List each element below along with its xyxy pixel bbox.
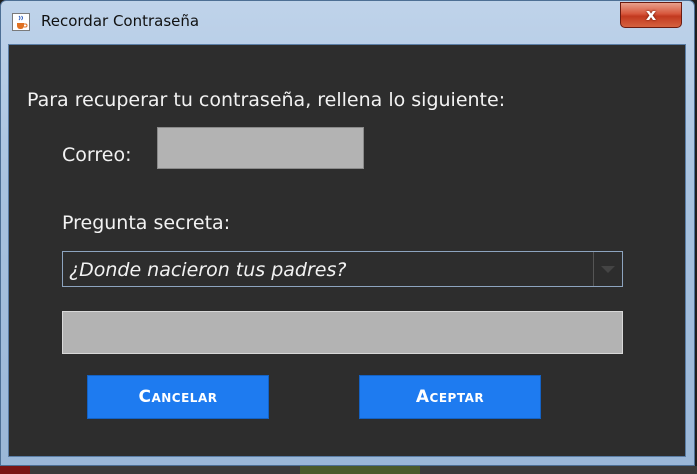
secret-question-selected: ¿Donde nacieron tus padres? <box>69 259 347 281</box>
instructions-text: Para recuperar tu contraseña, rellena lo… <box>27 89 506 111</box>
desktop-background <box>0 466 697 474</box>
close-button[interactable]: x <box>620 2 682 28</box>
dropdown-arrow-button[interactable] <box>593 252 622 286</box>
close-icon: x <box>645 5 657 24</box>
secret-question-label: Pregunta secreta: <box>62 212 231 234</box>
correo-label: Correo: <box>62 144 132 166</box>
secret-question-dropdown[interactable]: ¿Donde nacieron tus padres? <box>62 251 623 287</box>
chevron-down-icon <box>601 265 615 273</box>
cancel-button[interactable]: Cancelar <box>87 375 269 419</box>
secret-answer-field[interactable] <box>62 311 623 354</box>
accept-button[interactable]: Aceptar <box>359 375 541 419</box>
dialog-content: Para recuperar tu contraseña, rellena lo… <box>8 44 686 457</box>
correo-field[interactable] <box>157 127 364 169</box>
dialog-window: Recordar Contraseña x Para recuperar tu … <box>0 0 695 466</box>
window-title: Recordar Contraseña <box>41 12 200 30</box>
java-coffee-cup-icon <box>12 13 30 31</box>
title-bar[interactable]: Recordar Contraseña x <box>1 1 694 43</box>
